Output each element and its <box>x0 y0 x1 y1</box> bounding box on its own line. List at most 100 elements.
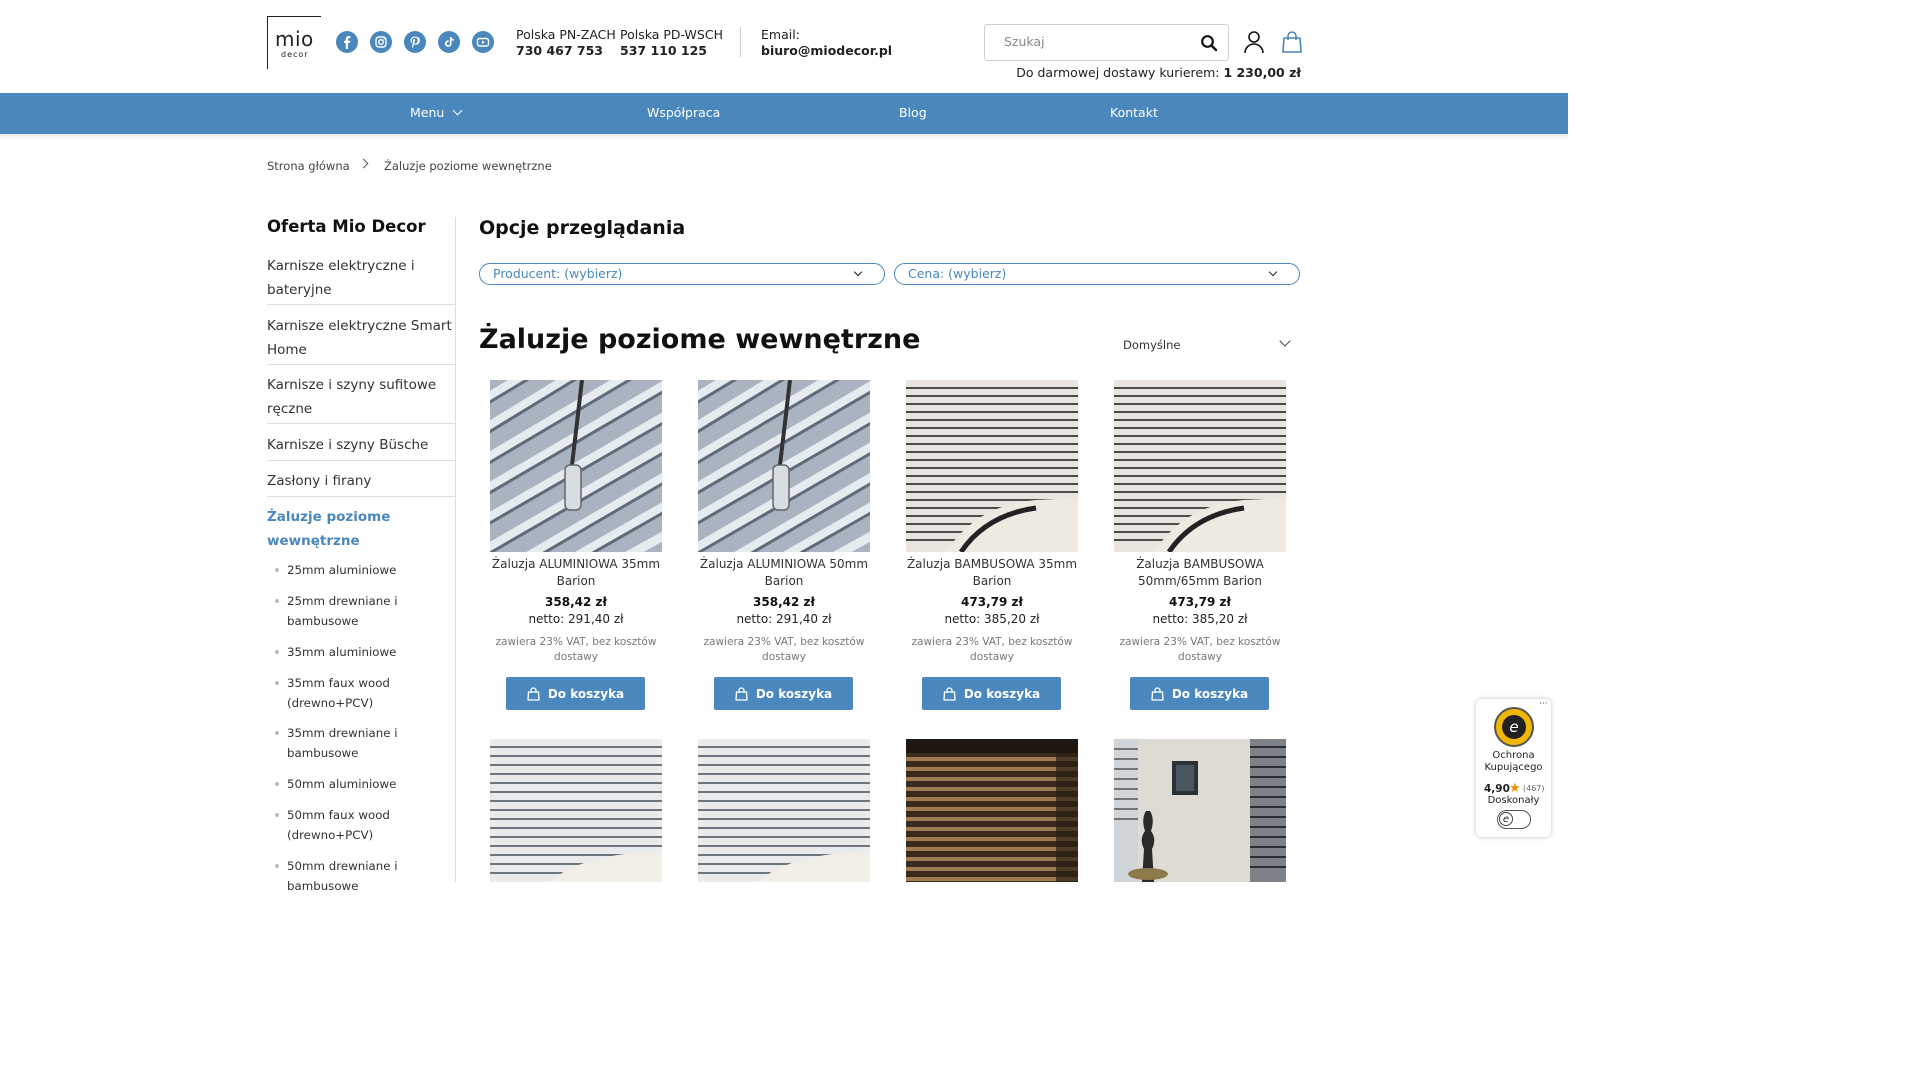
sidebar-border <box>455 217 456 882</box>
add-to-cart-label: Do koszyka <box>963 686 1041 701</box>
nav-menu[interactable]: Menu <box>410 105 463 120</box>
contact-west-phone[interactable]: 730 467 753 <box>516 43 616 59</box>
trusted-shops-logo-icon: e <box>1499 812 1513 826</box>
sidebar-item[interactable]: Zasłony i firany <box>267 469 455 493</box>
chevron-right-icon <box>358 158 369 169</box>
product-image[interactable] <box>698 739 870 882</box>
contact-email-label: Email: <box>761 27 800 42</box>
product-card <box>490 739 662 882</box>
product-netto: netto: 291,40 zł <box>736 612 832 626</box>
breadcrumb-current: Żaluzje poziome wewnętrzne <box>384 159 552 173</box>
add-to-cart-label: Do koszyka <box>755 686 833 701</box>
pinterest-icon[interactable] <box>404 31 426 53</box>
product-card <box>698 739 870 882</box>
add-to-cart-button[interactable]: Do koszyka <box>1130 677 1269 710</box>
main-nav: Menu Współpraca Blog Kontakt <box>0 93 1568 134</box>
trusted-shops-badge[interactable]: ··· e Ochrona Kupującego 4,90 ★ (467) Do… <box>1476 699 1551 837</box>
product-price: 473,79 zł <box>961 595 1023 609</box>
instagram-icon[interactable] <box>370 31 392 53</box>
options-title: Opcje przeglądania <box>479 217 686 239</box>
contact-east: Polska PD-WSCH 537 110 125 <box>620 27 723 59</box>
product-image[interactable] <box>906 380 1078 552</box>
sidebar-item[interactable]: Karnisze i szyny sufitowe ręczne <box>267 373 455 421</box>
product-image[interactable] <box>698 380 870 552</box>
product-netto: netto: 385,20 zł <box>944 612 1040 626</box>
sidebar-divider <box>267 460 455 461</box>
product-name[interactable]: Żaluzja ALUMINIOWA 50mm Barion <box>690 556 878 590</box>
chevron-down-icon <box>853 267 863 277</box>
product-netto: netto: 291,40 zł <box>528 612 624 626</box>
product-image[interactable] <box>906 739 1078 882</box>
sidebar-subitem[interactable]: 50mm drewniane i bambusowe <box>287 856 437 896</box>
sort-select[interactable]: Domyślne <box>1123 338 1180 352</box>
sidebar-subitem[interactable]: 50mm faux wood (drewno+PCV) <box>287 805 437 845</box>
facebook-icon[interactable] <box>336 31 358 53</box>
sidebar-title: Oferta Mio Decor <box>267 217 426 236</box>
search-icon[interactable] <box>1200 34 1218 52</box>
product-name[interactable]: Żaluzja ALUMINIOWA 35mm Barion <box>482 556 670 590</box>
product-image[interactable] <box>1114 380 1286 552</box>
nav-cooperation[interactable]: Współpraca <box>647 105 720 120</box>
add-to-cart-label: Do koszyka <box>547 686 625 701</box>
product-image[interactable] <box>1114 739 1286 882</box>
trust-score: 4,90 <box>1484 783 1510 795</box>
product-vat-note: zawiera 23% VAT, bez kosztów dostawy <box>703 636 865 663</box>
youtube-icon[interactable] <box>472 31 494 53</box>
product-name[interactable]: Żaluzja BAMBUSOWA 35mm Barion <box>898 556 1086 590</box>
bullet <box>275 731 279 735</box>
logo[interactable]: mio decor <box>267 16 321 69</box>
search-box <box>984 24 1229 61</box>
sidebar-subitem[interactable]: 25mm aluminiowe <box>287 560 437 580</box>
trust-rating: Doskonały <box>1487 795 1540 806</box>
sidebar-item[interactable]: Karnisze elektryczne Smart Home <box>267 314 455 362</box>
add-to-cart-label: Do koszyka <box>1171 686 1249 701</box>
sidebar-subitem[interactable]: 50mm aluminiowe <box>287 774 437 794</box>
nav-blog[interactable]: Blog <box>899 105 927 120</box>
producer-filter[interactable]: Producent: (wybierz) <box>479 263 885 285</box>
price-filter-label: Cena: (wybierz) <box>908 266 1007 281</box>
more-options-icon[interactable]: ··· <box>1539 699 1548 709</box>
star-icon: ★ <box>1509 781 1521 796</box>
product-vat-note: zawiera 23% VAT, bez kosztów dostawy <box>911 636 1073 663</box>
bullet <box>275 813 279 817</box>
add-to-cart-button[interactable]: Do koszyka <box>714 677 853 710</box>
product-image[interactable] <box>490 739 662 882</box>
product-price: 358,42 zł <box>545 595 607 609</box>
cart-icon <box>1151 686 1164 701</box>
sidebar-subitem[interactable]: 35mm drewniane i bambusowe <box>287 723 437 763</box>
breadcrumb-home[interactable]: Strona główna <box>267 159 350 173</box>
trust-label: Ochrona Kupującego <box>1484 750 1543 773</box>
add-to-cart-button[interactable]: Do koszyka <box>922 677 1061 710</box>
delivery-text: Do darmowej dostawy kurierem: <box>1016 65 1220 80</box>
price-filter[interactable]: Cena: (wybierz) <box>894 263 1300 285</box>
trust-review-count: (467) <box>1523 784 1545 793</box>
delivery-amount: 1 230,00 zł <box>1223 65 1301 80</box>
product-vat-note: zawiera 23% VAT, bez kosztów dostawy <box>495 636 657 663</box>
nav-shadow <box>0 134 1568 140</box>
sidebar-subitem[interactable]: 35mm aluminiowe <box>287 642 437 662</box>
sidebar-divider <box>267 364 455 365</box>
product-image[interactable] <box>490 380 662 552</box>
sidebar-divider <box>267 304 455 305</box>
sidebar-subitem[interactable]: 35mm faux wood (drewno+PCV) <box>287 673 437 713</box>
sidebar-item-active[interactable]: Żaluzje poziome wewnętrzne <box>267 505 417 553</box>
sidebar-item[interactable]: Karnisze elektryczne i bateryjne <box>267 254 455 302</box>
product-vat-note: zawiera 23% VAT, bez kosztów dostawy <box>1119 636 1281 663</box>
add-to-cart-button[interactable]: Do koszyka <box>506 677 645 710</box>
trust-toggle[interactable]: e <box>1497 810 1531 829</box>
search-input[interactable] <box>1004 34 1184 49</box>
cart-icon[interactable] <box>1281 30 1303 54</box>
sidebar-divider <box>267 423 455 424</box>
user-icon[interactable] <box>1243 30 1265 54</box>
cart-icon <box>943 686 956 701</box>
nav-contact[interactable]: Kontakt <box>1110 105 1158 120</box>
product-name[interactable]: Żaluzja BAMBUSOWA 50mm/65mm Barion <box>1106 556 1294 590</box>
chevron-down-icon[interactable] <box>1279 335 1291 347</box>
contact-east-phone[interactable]: 537 110 125 <box>620 43 723 59</box>
contact-email: Email: biuro@miodecor.pl <box>761 27 892 59</box>
sidebar-item[interactable]: Karnisze i szyny Büsche <box>267 433 455 457</box>
sidebar-divider <box>267 496 455 497</box>
contact-email-address[interactable]: biuro@miodecor.pl <box>761 43 892 59</box>
tiktok-icon[interactable] <box>438 31 460 53</box>
sidebar-subitem[interactable]: 25mm drewniane i bambusowe <box>287 591 437 631</box>
